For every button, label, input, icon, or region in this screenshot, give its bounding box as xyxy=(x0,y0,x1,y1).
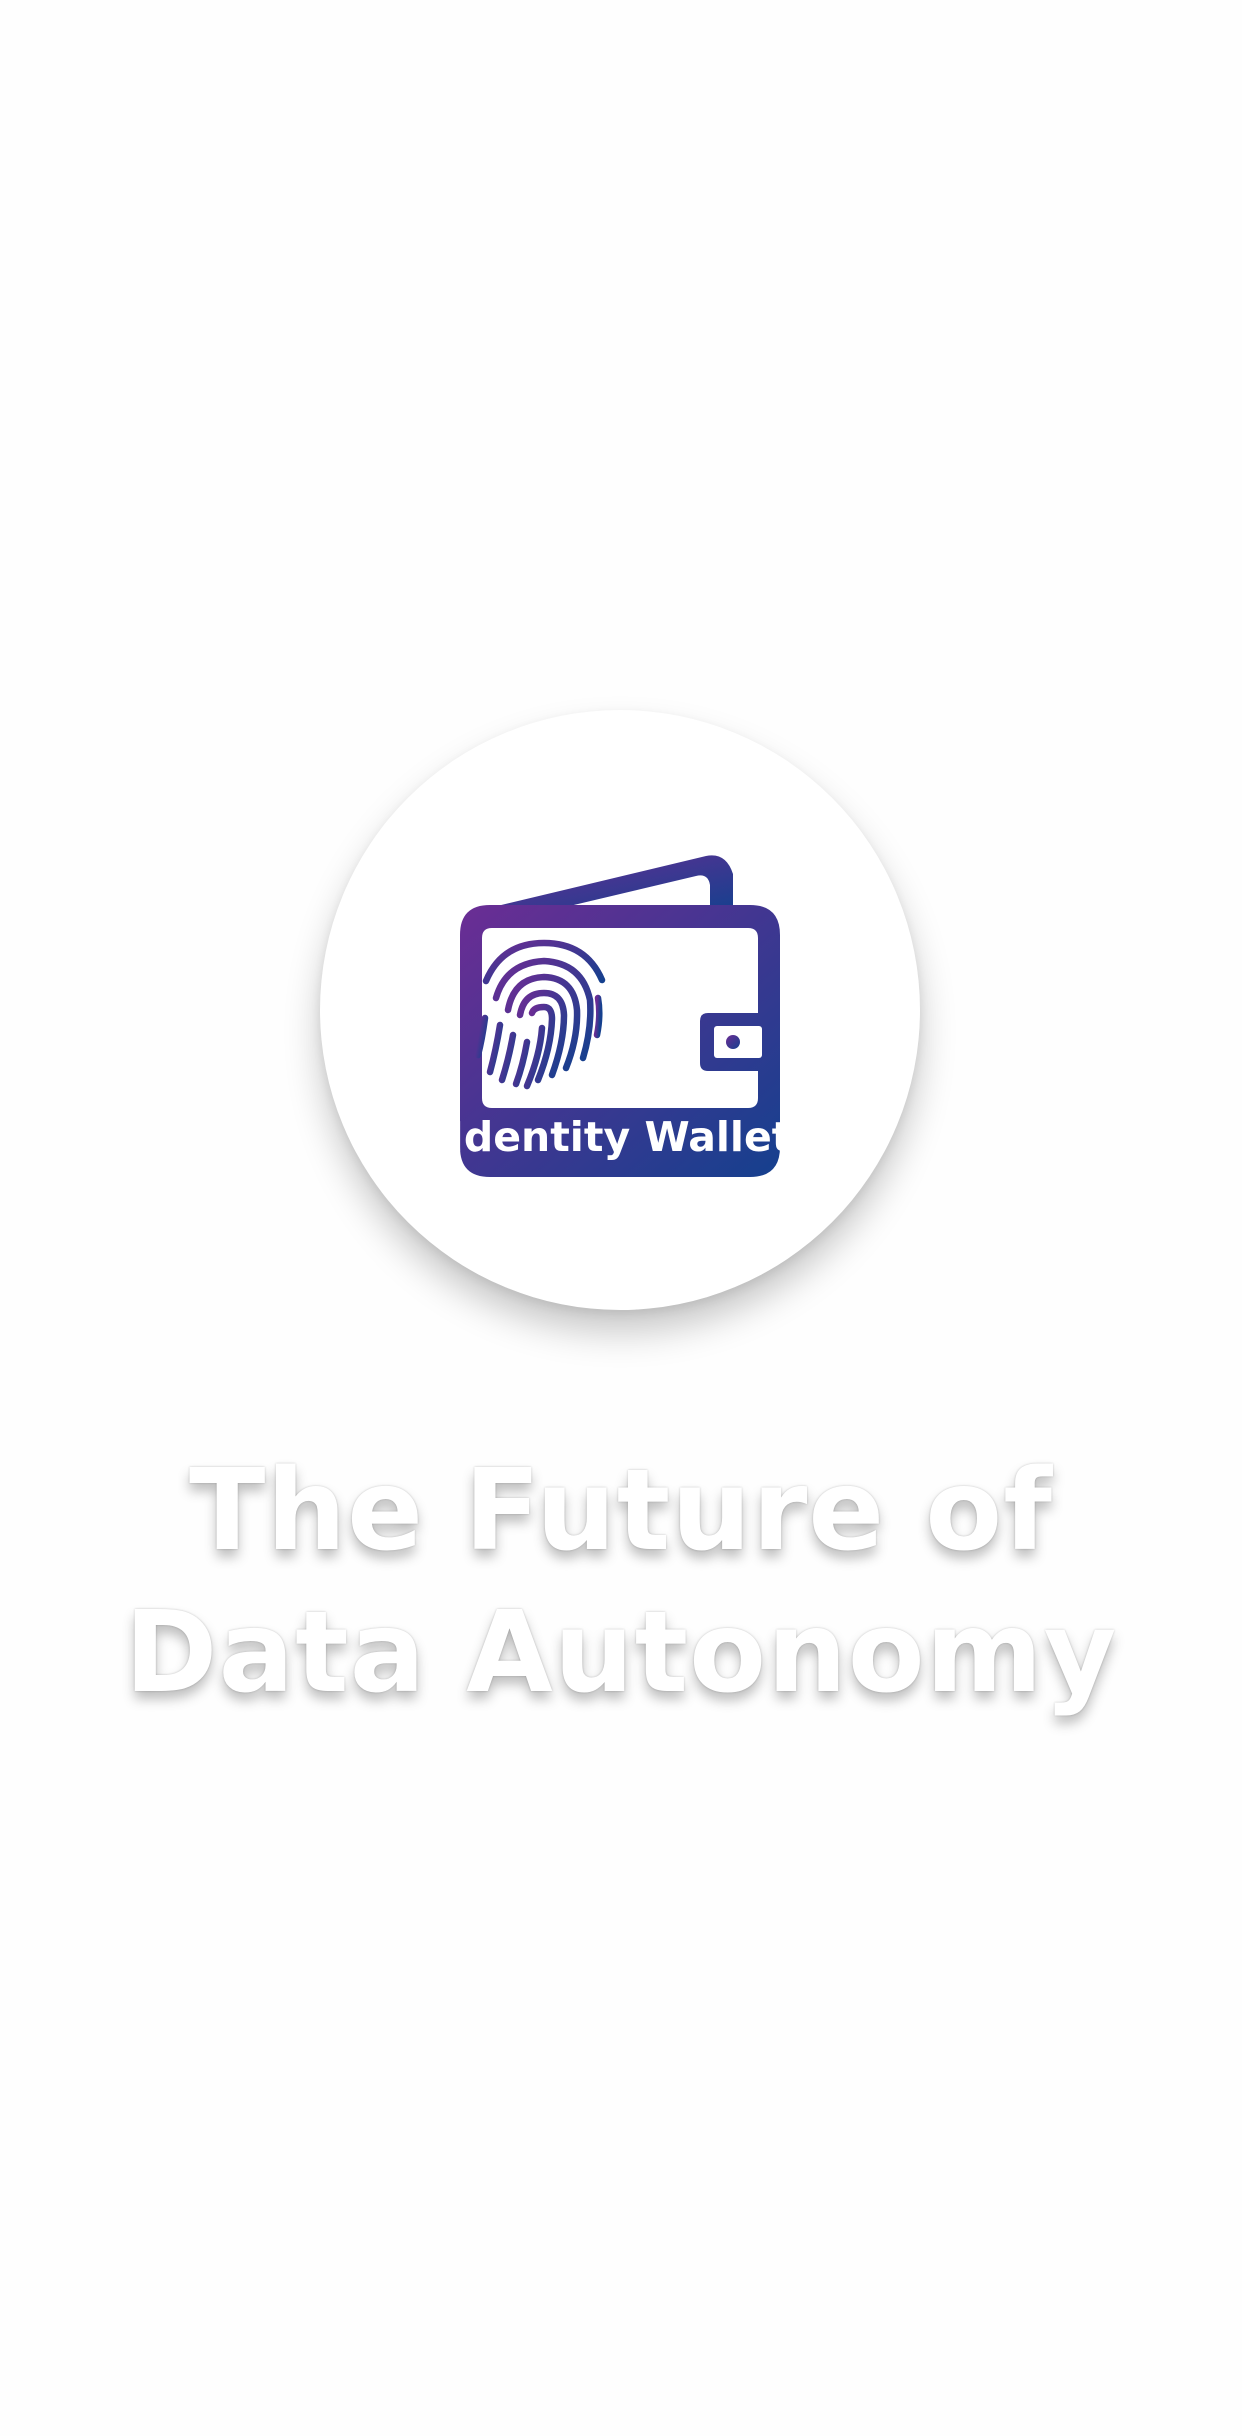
tagline-line-2: Data Autonomy xyxy=(124,1588,1118,1718)
tagline-line-1: The Future of xyxy=(189,1446,1053,1576)
tagline: The Future of Data Autonomy xyxy=(0,1440,1242,1724)
wallet-fingerprint-icon: Identity Wallet xyxy=(449,855,792,1177)
wallet-flap-icon xyxy=(468,855,733,913)
wallet-clasp-dot-icon xyxy=(726,1035,740,1049)
app-logo: Identity Wallet xyxy=(320,710,920,1310)
fingerprint-icon xyxy=(474,939,606,1090)
splash-screen: Identity Wallet The Future of Data Auton… xyxy=(0,0,1242,2436)
logo-wordmark: Identity Wallet xyxy=(449,1113,792,1161)
